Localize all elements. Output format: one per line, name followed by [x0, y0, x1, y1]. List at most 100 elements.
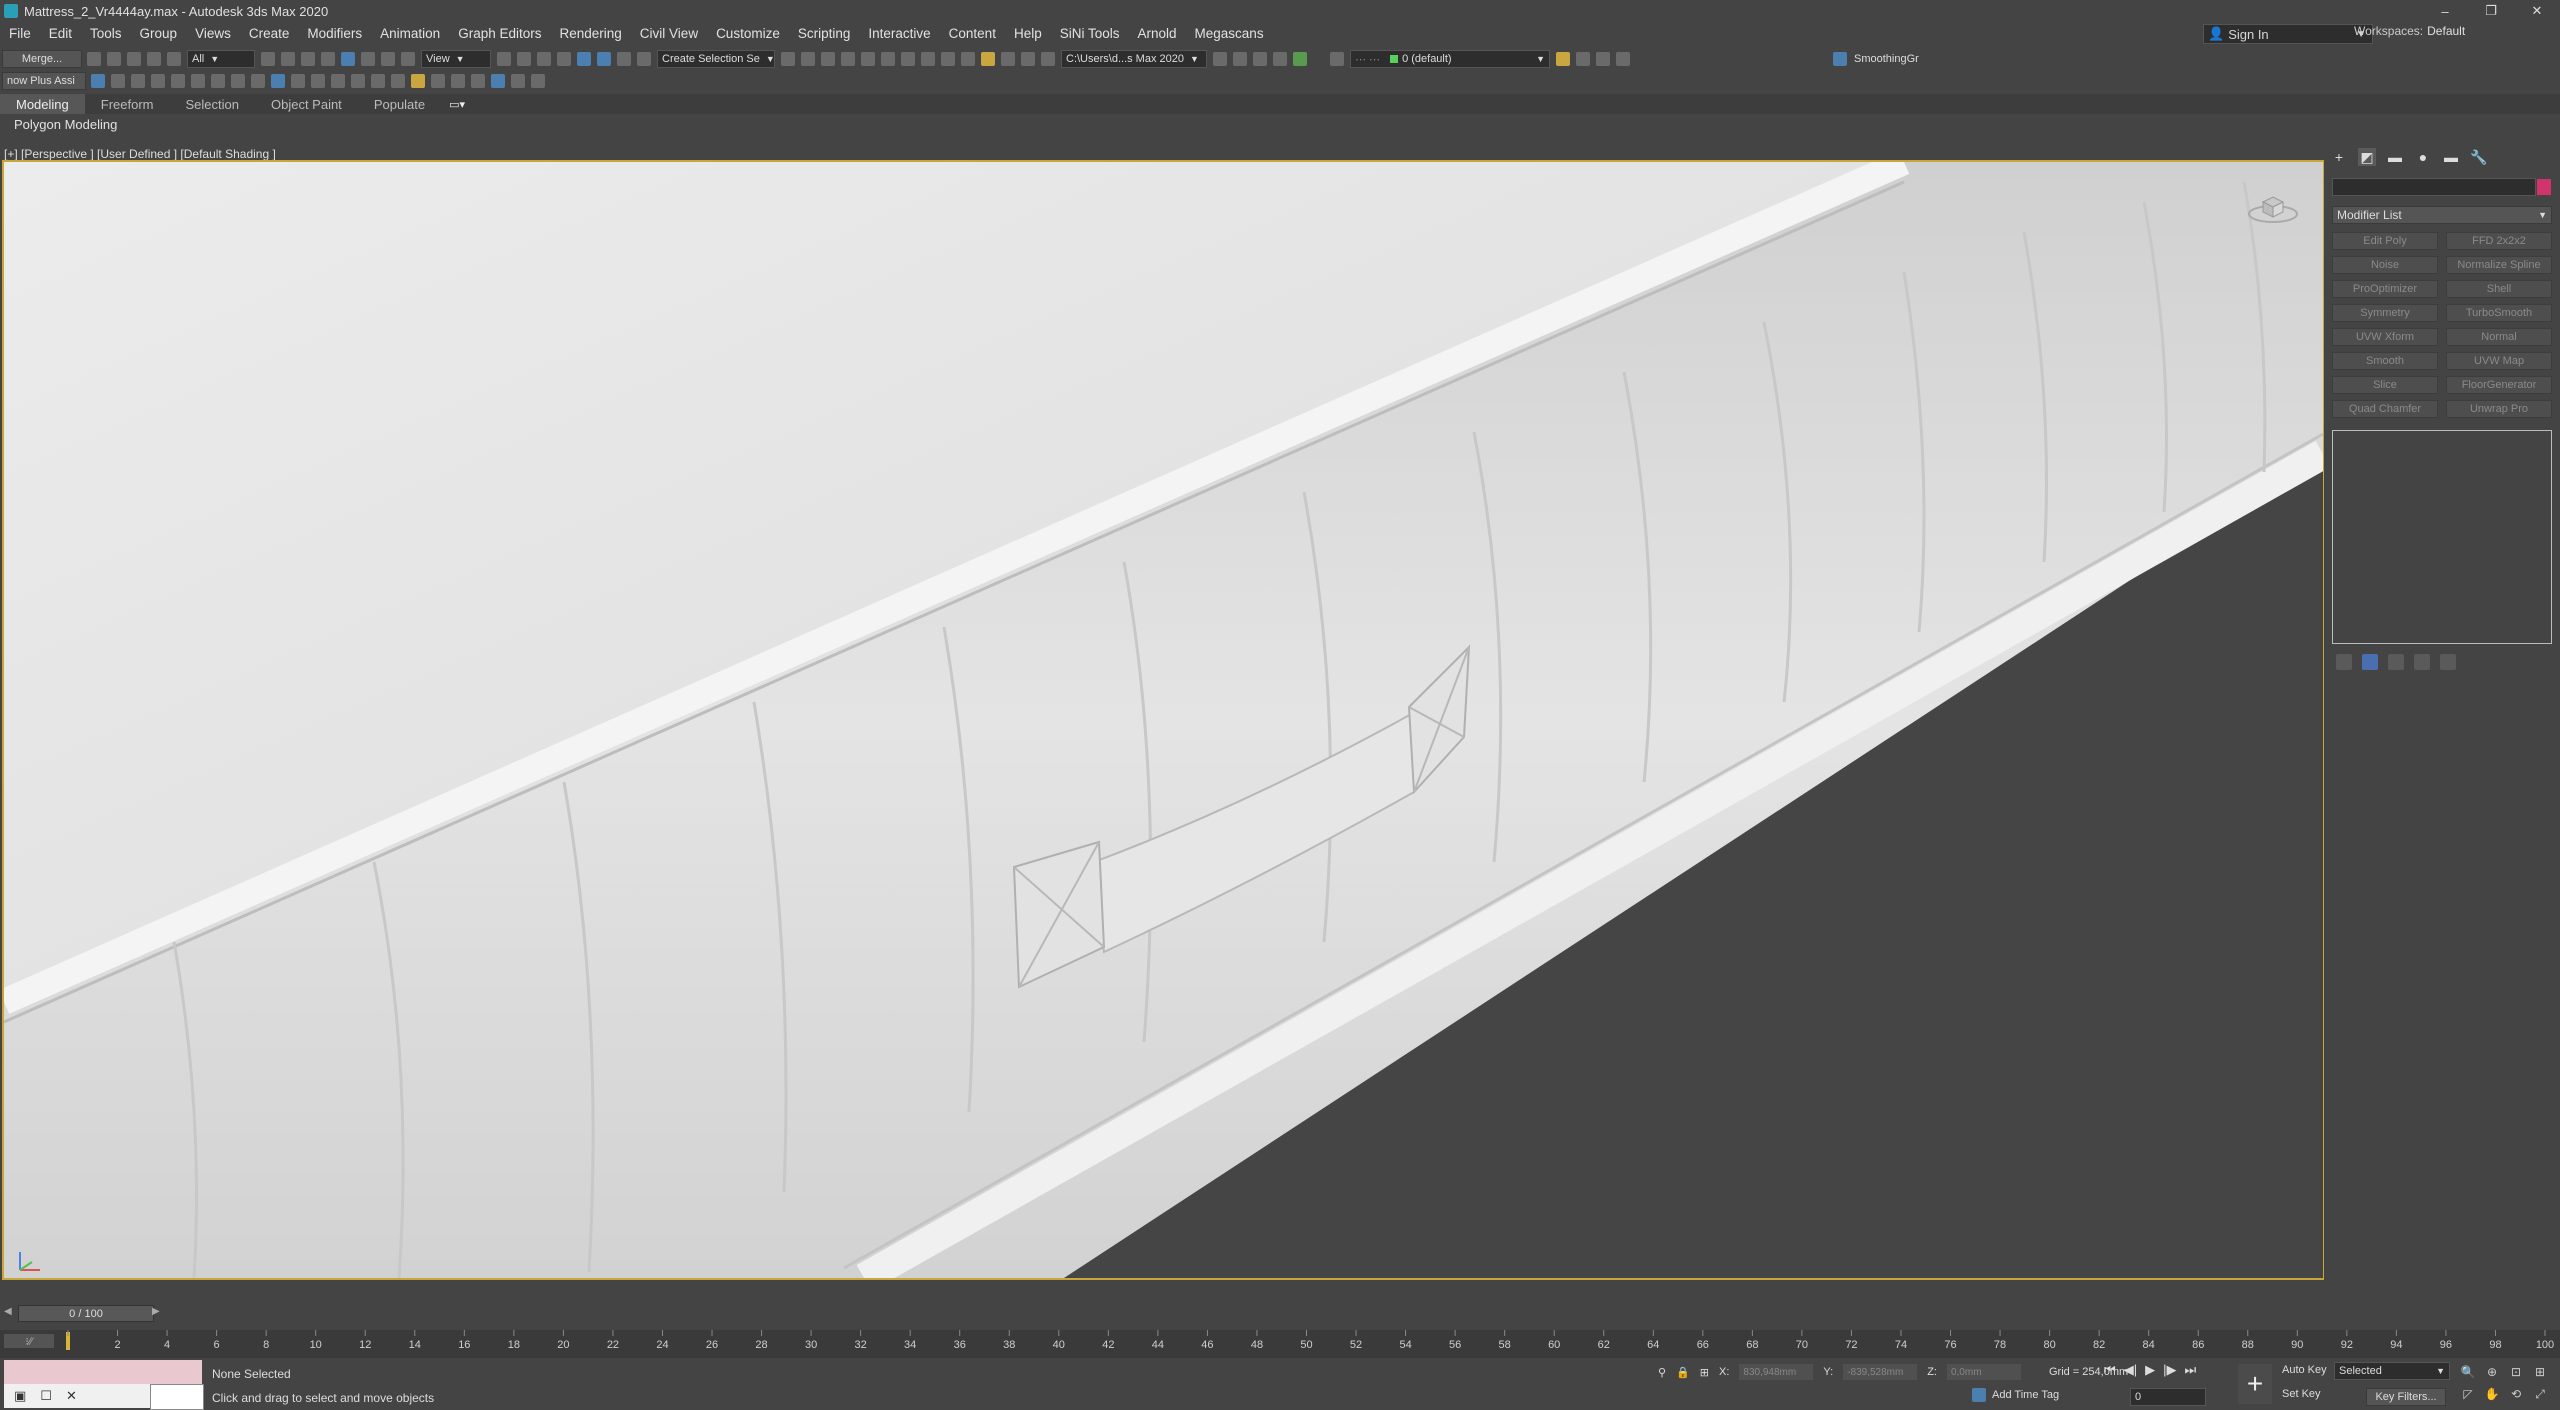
reference-coordinate-dropdown[interactable]: View ▼: [421, 50, 491, 68]
maximize-viewport-icon[interactable]: ⤢: [2532, 1386, 2548, 1402]
toggle-layer-explorer-icon[interactable]: [841, 52, 855, 66]
light-icon[interactable]: [91, 74, 105, 88]
camera-icon[interactable]: [251, 74, 265, 88]
modifier-slice-button[interactable]: Slice: [2332, 376, 2438, 394]
previous-key-icon[interactable]: ◀|: [2124, 1362, 2137, 1378]
material-editor-icon[interactable]: [921, 52, 935, 66]
scatter-icon[interactable]: [391, 74, 405, 88]
add-to-layer-icon[interactable]: [1576, 52, 1590, 66]
modifier-normal-button[interactable]: Normal: [2446, 328, 2552, 346]
auto-key-button[interactable]: Auto Key: [2282, 1364, 2327, 1376]
configure-modifier-sets-icon[interactable]: [2440, 654, 2456, 670]
motion-tab-icon[interactable]: ●: [2414, 148, 2432, 166]
edit-named-selection-icon[interactable]: [637, 52, 651, 66]
a360-gallery-icon[interactable]: [1041, 52, 1055, 66]
unlink-icon[interactable]: [147, 52, 161, 66]
pan-icon[interactable]: ✋: [2484, 1386, 2500, 1402]
restore-button[interactable]: ❐: [2468, 0, 2514, 22]
zoom-extents-icon[interactable]: ⊡: [2508, 1364, 2524, 1380]
toggle-scene-explorer-icon[interactable]: [821, 52, 835, 66]
select-move-icon[interactable]: [341, 52, 355, 66]
go-to-end-icon[interactable]: ⏭: [2184, 1362, 2196, 1378]
select-by-name-icon[interactable]: [281, 52, 295, 66]
keyboard-shortcut-override-icon[interactable]: [537, 52, 551, 66]
menu-sini-tools[interactable]: SiNi Tools: [1051, 26, 1129, 41]
isolate-selection-icon[interactable]: ⚲: [1658, 1366, 1666, 1379]
schematic-view-icon[interactable]: [901, 52, 915, 66]
create-layer-icon[interactable]: [1556, 52, 1570, 66]
list-icon[interactable]: [471, 74, 485, 88]
key-filters-button[interactable]: Key Filters...: [2366, 1388, 2446, 1406]
select-object-icon[interactable]: [261, 52, 275, 66]
project-create-icon[interactable]: [1233, 52, 1247, 66]
modifier-uvw-map-button[interactable]: UVW Map: [2446, 352, 2552, 370]
sign-in-dropdown[interactable]: 👤 Sign In ▼: [2203, 24, 2373, 44]
maxscript-listener-input[interactable]: [4, 1360, 202, 1384]
expand-arrow-icon[interactable]: [1293, 52, 1307, 66]
tab-object-paint[interactable]: Object Paint: [255, 94, 358, 114]
field-of-view-icon[interactable]: ◸: [2460, 1386, 2476, 1402]
spinner-snap-icon[interactable]: [617, 52, 631, 66]
menu-views[interactable]: Views: [186, 26, 240, 41]
y-coordinate-field[interactable]: -839,528mm: [1843, 1364, 1918, 1380]
modifier-list-dropdown[interactable]: Modifier List ▼: [2332, 206, 2552, 224]
object-name-field[interactable]: [2332, 178, 2551, 196]
menu-animation[interactable]: Animation: [371, 26, 449, 41]
track-bar[interactable]: ⁝∕∕ 2 4 6 8 10 12 14 16 18 20 22 24 26 28 30 32 34 36 38 40…: [0, 1330, 2560, 1358]
close-thumb-icon[interactable]: ✕: [66, 1388, 77, 1404]
merge-button[interactable]: Merge...: [2, 50, 82, 68]
polygon-modeling-panel[interactable]: Polygon Modeling: [14, 117, 117, 132]
render-production-icon[interactable]: [981, 52, 995, 66]
plane-icon[interactable]: [191, 74, 205, 88]
menu-group[interactable]: Group: [131, 26, 187, 41]
sphere-icon[interactable]: [211, 74, 225, 88]
smoothing-groups-icon[interactable]: [1833, 52, 1847, 66]
modifier-floorgenerator-button[interactable]: FloorGenerator: [2446, 376, 2552, 394]
current-frame-field[interactable]: 0: [2130, 1388, 2206, 1406]
set-keys-button[interactable]: +: [2238, 1364, 2272, 1404]
pin-stack-icon[interactable]: [2336, 654, 2352, 670]
modifier-normalize-spline-button[interactable]: Normalize Spline: [2446, 256, 2552, 274]
modifier-unwrap-pro-button[interactable]: Unwrap Pro: [2446, 400, 2552, 418]
select-manipulate-icon[interactable]: [517, 52, 531, 66]
play-icon[interactable]: ▶: [2145, 1362, 2155, 1378]
ribbon-options-icon[interactable]: ▭▾: [449, 98, 465, 111]
modifier-prooptimizer-button[interactable]: ProOptimizer: [2332, 280, 2438, 298]
select-in-layer-icon[interactable]: [1596, 52, 1610, 66]
x-coordinate-field[interactable]: 830,948mm: [1739, 1364, 1814, 1380]
select-rotate-icon[interactable]: [361, 52, 375, 66]
named-selection-dropdown[interactable]: Create Selection Se ▼: [657, 50, 775, 68]
modifier-quad-chamfer-button[interactable]: Quad Chamfer: [2332, 400, 2438, 418]
viewport-icon[interactable]: [491, 74, 505, 88]
menu-arnold[interactable]: Arnold: [1129, 26, 1186, 41]
decal-icon[interactable]: [351, 74, 365, 88]
menu-rendering[interactable]: Rendering: [551, 26, 631, 41]
show-end-result-icon[interactable]: [2362, 654, 2378, 670]
absolute-mode-icon[interactable]: ⊞: [1700, 1366, 1709, 1379]
modifier-shell-button[interactable]: Shell: [2446, 280, 2552, 298]
sun-icon[interactable]: [111, 74, 125, 88]
project-save-icon[interactable]: [1253, 52, 1267, 66]
maxscript-output[interactable]: [150, 1384, 204, 1410]
now-plus-button[interactable]: now Plus Assi: [2, 72, 86, 90]
smoothing-groups-label[interactable]: SmoothingGr: [1854, 53, 1919, 65]
modifier-uvw-xform-button[interactable]: UVW Xform: [2332, 328, 2438, 346]
sky-icon[interactable]: [131, 74, 145, 88]
frame-buffer-icon[interactable]: [311, 74, 325, 88]
perspective-viewport[interactable]: [2, 160, 2325, 1280]
add-time-tag[interactable]: Add Time Tag: [1972, 1388, 2059, 1402]
curve-editor-icon[interactable]: [881, 52, 895, 66]
layer-dropdown[interactable]: ⋯ ⋯ 0 (default) ▼: [1350, 50, 1550, 68]
project-folder-dropdown[interactable]: C:\Users\d...s Max 2020 ▼: [1061, 50, 1207, 68]
modifier-smooth-button[interactable]: Smooth: [2332, 352, 2438, 370]
render-setup-icon[interactable]: [941, 52, 955, 66]
percent-snap-icon[interactable]: [597, 52, 611, 66]
tab-selection[interactable]: Selection: [170, 94, 255, 114]
maximize-thumb-icon[interactable]: ☐: [40, 1388, 52, 1404]
menu-create[interactable]: Create: [240, 26, 299, 41]
set-current-layer-icon[interactable]: [1616, 52, 1630, 66]
window-crossing-icon[interactable]: [321, 52, 335, 66]
angle-snap-icon[interactable]: [577, 52, 591, 66]
rendered-frame-window-icon[interactable]: [961, 52, 975, 66]
toggle-ribbon-icon[interactable]: [861, 52, 875, 66]
